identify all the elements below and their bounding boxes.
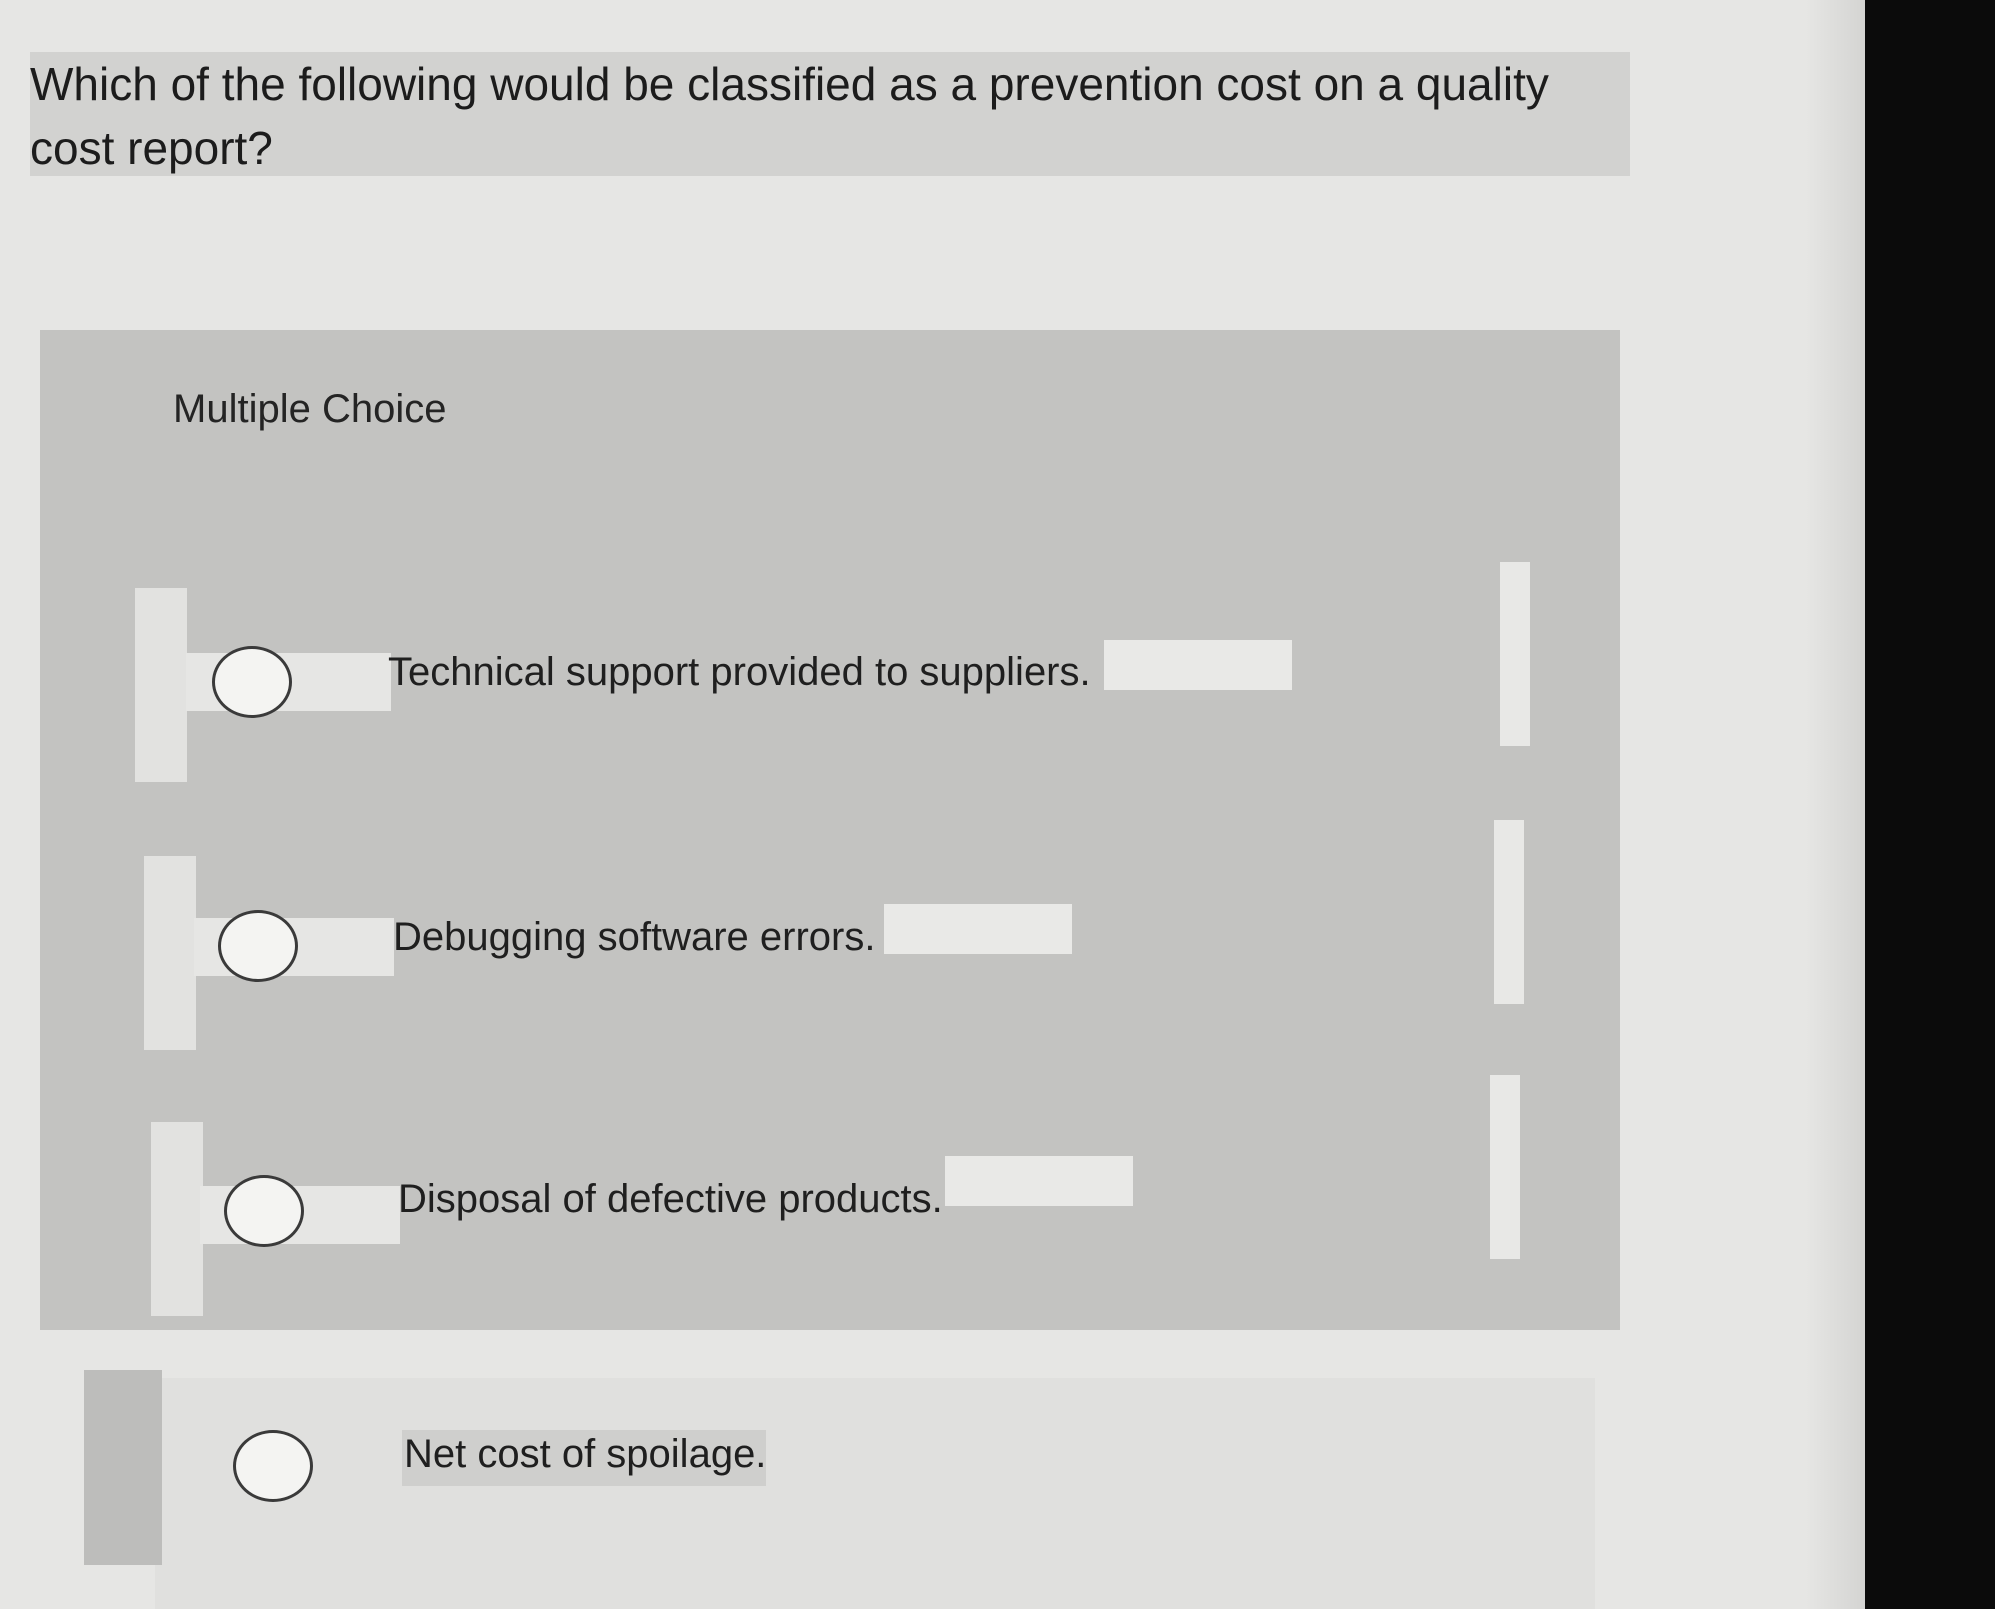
option-4-radio-button[interactable]: [233, 1430, 313, 1502]
question-box: Which of the following would be classifi…: [30, 52, 1630, 176]
option-3-label[interactable]: Disposal of defective products.: [398, 1177, 943, 1222]
answer-option-4-background: [155, 1378, 1595, 1609]
question-text: Which of the following would be classifi…: [30, 58, 1549, 174]
screen-bezel-shadow: [1805, 0, 1865, 1609]
option-1-right-bar: [1500, 562, 1530, 746]
option-2-left-bar: [144, 856, 196, 1050]
option-4-label[interactable]: Net cost of spoilage.: [404, 1432, 766, 1477]
option-1-label[interactable]: Technical support provided to suppliers.: [388, 650, 1091, 695]
option-1-label-highlight: [1104, 640, 1292, 690]
monitor-edge: [1865, 0, 1995, 1609]
option-2-right-bar: [1494, 820, 1524, 1004]
option-4-left-bar: [84, 1370, 162, 1565]
option-2-label-highlight: [884, 904, 1072, 954]
multiple-choice-heading: Multiple Choice: [173, 387, 447, 431]
option-2-label[interactable]: Debugging software errors.: [393, 915, 875, 960]
option-2-radio-button[interactable]: [218, 910, 298, 982]
option-3-label-highlight: [945, 1156, 1133, 1206]
option-1-radio-button[interactable]: [212, 646, 292, 718]
option-1-left-bar: [135, 588, 187, 782]
option-3-radio-button[interactable]: [224, 1175, 304, 1247]
option-3-right-bar: [1490, 1075, 1520, 1259]
option-3-left-bar: [151, 1122, 203, 1316]
